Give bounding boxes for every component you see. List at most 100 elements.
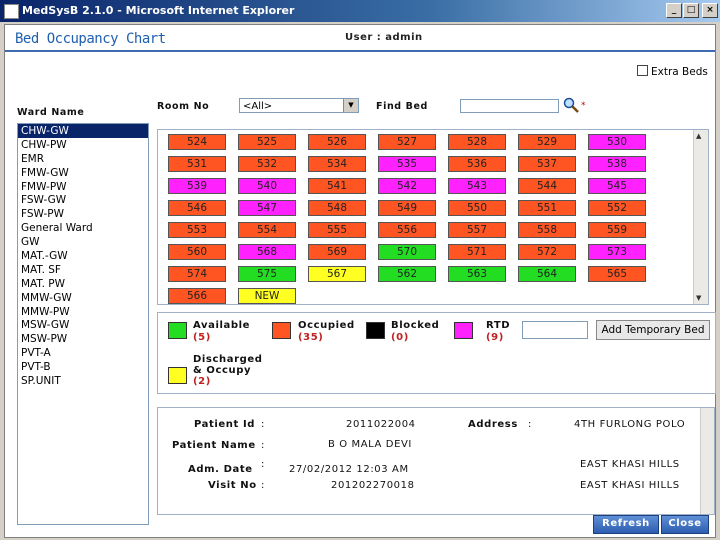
bed-cell[interactable]: 542 (378, 178, 436, 194)
bed-cell[interactable]: 562 (378, 266, 436, 282)
bed-cell[interactable]: 531 (168, 156, 226, 172)
chevron-down-icon[interactable]: ▼ (343, 99, 358, 112)
ward-list-item[interactable]: FSW-GW (18, 193, 148, 207)
bed-cell[interactable]: 532 (238, 156, 296, 172)
colon: : (261, 419, 265, 430)
bed-cell[interactable]: 547 (238, 200, 296, 216)
bed-cell[interactable]: 544 (518, 178, 576, 194)
ward-list-item[interactable]: SP.UNIT (18, 374, 148, 388)
bed-cell[interactable]: 564 (518, 266, 576, 282)
discharged-label-2: & Occupy (193, 365, 252, 376)
room-select-value: <All> (243, 101, 273, 112)
ward-list-item[interactable]: MAT.-GW (18, 249, 148, 263)
address-line-3: EAST KHASI HILLS (580, 480, 680, 491)
bed-cell[interactable]: 563 (448, 266, 506, 282)
ward-list-item[interactable]: MAT. PW (18, 277, 148, 291)
bed-cell[interactable]: 553 (168, 222, 226, 238)
bed-cell[interactable]: 549 (378, 200, 436, 216)
bed-cell[interactable]: 567 (308, 266, 366, 282)
bed-cell[interactable]: 568 (238, 244, 296, 260)
bed-cell[interactable]: 524 (168, 134, 226, 150)
scroll-down-icon[interactable]: ▼ (696, 294, 701, 302)
ward-list-item[interactable]: FMW-PW (18, 180, 148, 194)
blocked-count: (0) (391, 332, 409, 343)
checkbox-icon[interactable] (637, 65, 648, 76)
bed-cell[interactable]: 541 (308, 178, 366, 194)
ward-list-item[interactable]: MSW-GW (18, 318, 148, 332)
bed-cell[interactable]: 525 (238, 134, 296, 150)
extra-beds-checkbox[interactable]: Extra Beds (637, 65, 708, 78)
bed-cell[interactable]: 528 (448, 134, 506, 150)
bed-cell[interactable]: 570 (378, 244, 436, 260)
ward-list-item[interactable]: MAT. SF (18, 263, 148, 277)
bed-cell[interactable]: 574 (168, 266, 226, 282)
bed-cell[interactable]: 534 (308, 156, 366, 172)
ward-list-item[interactable]: PVT-A (18, 346, 148, 360)
scroll-up-icon[interactable]: ▲ (696, 132, 701, 140)
bed-cell[interactable]: 558 (518, 222, 576, 238)
ward-list-item[interactable]: MMW-PW (18, 305, 148, 319)
bed-grid-scrollbar[interactable]: ▲ ▼ (693, 130, 708, 304)
bed-cell[interactable]: 555 (308, 222, 366, 238)
temporary-bed-input[interactable] (522, 321, 588, 339)
ward-list-item[interactable]: FSW-PW (18, 207, 148, 221)
visit-no-value: 201202270018 (331, 480, 415, 491)
bed-cell[interactable]: NEW (238, 288, 296, 304)
bed-cell[interactable]: 557 (448, 222, 506, 238)
bed-cell[interactable]: 551 (518, 200, 576, 216)
ward-list-item[interactable]: CHW-PW (18, 138, 148, 152)
bed-cell[interactable]: 556 (378, 222, 436, 238)
ward-list-item[interactable]: MSW-PW (18, 332, 148, 346)
bed-cell[interactable]: 572 (518, 244, 576, 260)
bed-cell[interactable]: 552 (588, 200, 646, 216)
legend-panel: Available (5) Occupied (35) Blocked (0) … (157, 312, 716, 394)
bed-cell[interactable]: 565 (588, 266, 646, 282)
bed-cell[interactable]: 546 (168, 200, 226, 216)
ward-list-item[interactable]: GW (18, 235, 148, 249)
discharged-count: (2) (193, 376, 211, 387)
patient-panel-scrollbar[interactable] (700, 408, 714, 514)
bed-cell[interactable]: 529 (518, 134, 576, 150)
bed-cell[interactable]: 548 (308, 200, 366, 216)
bed-cell[interactable]: 538 (588, 156, 646, 172)
bed-cell[interactable]: 545 (588, 178, 646, 194)
close-button[interactable]: Close (661, 515, 709, 534)
bed-cell[interactable]: 575 (238, 266, 296, 282)
required-star: * (581, 101, 586, 111)
bed-cell[interactable]: 526 (308, 134, 366, 150)
bed-cell[interactable]: 527 (378, 134, 436, 150)
bed-cell[interactable]: 560 (168, 244, 226, 260)
bed-cell[interactable]: 543 (448, 178, 506, 194)
bed-cell[interactable]: 569 (308, 244, 366, 260)
bed-cell[interactable]: 571 (448, 244, 506, 260)
ward-list[interactable]: CHW-GW CHW-PW EMR FMW-GW FMW-PW FSW-GW FSW-PW G… (17, 123, 149, 525)
colon: : (528, 419, 532, 430)
bed-cell[interactable]: 559 (588, 222, 646, 238)
bed-cell[interactable]: 550 (448, 200, 506, 216)
maximize-button[interactable]: □ (683, 3, 699, 18)
bed-cell[interactable]: 530 (588, 134, 646, 150)
ward-list-item[interactable]: CHW-GW (18, 124, 148, 138)
minimize-button[interactable]: _ (666, 3, 682, 18)
bed-cell[interactable]: 539 (168, 178, 226, 194)
ward-list-item[interactable]: MMW-GW (18, 291, 148, 305)
bed-cell[interactable]: 535 (378, 156, 436, 172)
room-select[interactable]: <All> ▼ (239, 98, 359, 113)
patient-name-value: B O MALA DEVI (328, 439, 412, 450)
find-bed-input[interactable] (460, 99, 559, 113)
bed-cell[interactable]: 537 (518, 156, 576, 172)
ward-list-item[interactable]: EMR (18, 152, 148, 166)
bed-cell[interactable]: 554 (238, 222, 296, 238)
page-content: Bed Occupancy Chart User : admin Extra B… (4, 24, 716, 538)
bed-cell[interactable]: 566 (168, 288, 226, 304)
close-window-button[interactable]: × (702, 3, 718, 18)
search-icon[interactable] (563, 97, 579, 113)
refresh-button[interactable]: Refresh (593, 515, 659, 534)
bed-cell[interactable]: 536 (448, 156, 506, 172)
ward-list-item[interactable]: PVT-B (18, 360, 148, 374)
bed-cell[interactable]: 540 (238, 178, 296, 194)
bed-cell[interactable]: 573 (588, 244, 646, 260)
add-temporary-bed-button[interactable]: Add Temporary Bed (596, 320, 710, 340)
ward-list-item[interactable]: General Ward (18, 221, 148, 235)
ward-list-item[interactable]: FMW-GW (18, 166, 148, 180)
